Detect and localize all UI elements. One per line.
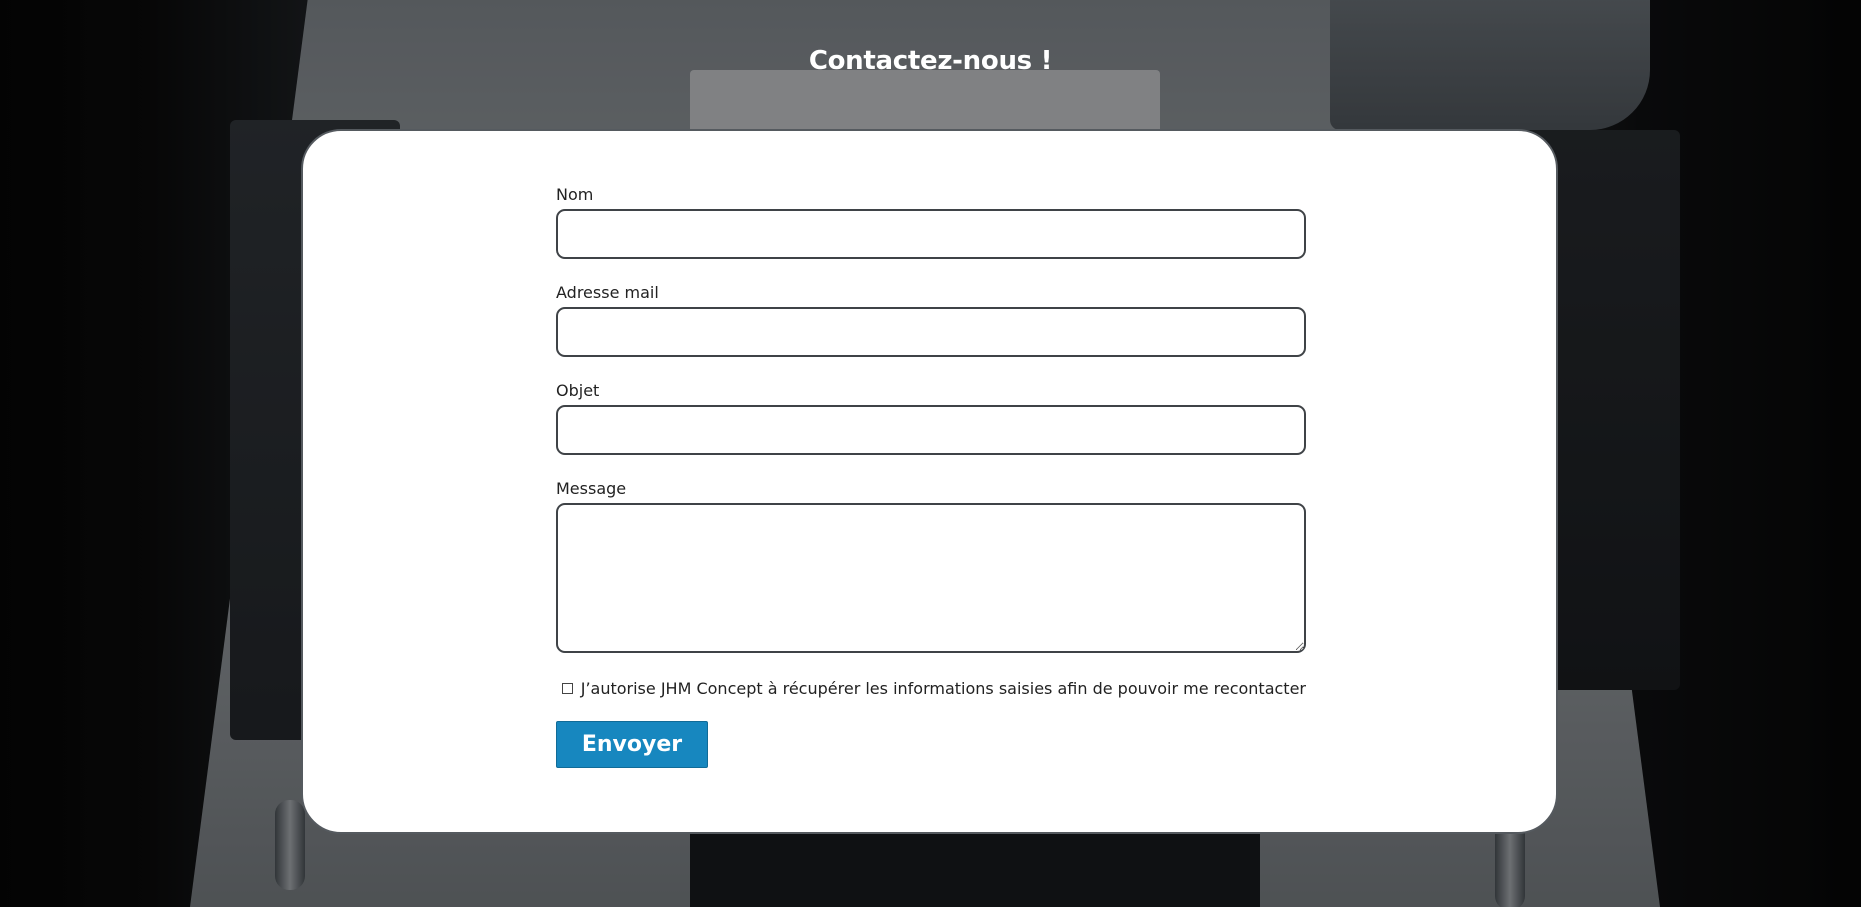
message-textarea[interactable] — [556, 503, 1306, 653]
name-label: Nom — [556, 185, 594, 204]
page-title: Contactez-nous ! — [808, 46, 1053, 76]
message-label: Message — [556, 479, 627, 498]
contact-card: Nom Adresse mail Objet Message J’autoris… — [301, 129, 1558, 834]
email-field[interactable] — [556, 307, 1306, 357]
contact-form: Nom Adresse mail Objet Message J’autoris… — [556, 185, 1306, 768]
subject-label: Objet — [556, 381, 600, 400]
subject-field[interactable] — [556, 405, 1306, 455]
consent-label[interactable]: J’autorise JHM Concept à récupérer les i… — [581, 679, 1306, 698]
consent-row: J’autorise JHM Concept à récupérer les i… — [556, 677, 1306, 699]
submit-button[interactable]: Envoyer — [556, 721, 708, 768]
name-field[interactable] — [556, 209, 1306, 259]
consent-checkbox[interactable] — [561, 682, 573, 694]
email-label: Adresse mail — [556, 283, 659, 302]
